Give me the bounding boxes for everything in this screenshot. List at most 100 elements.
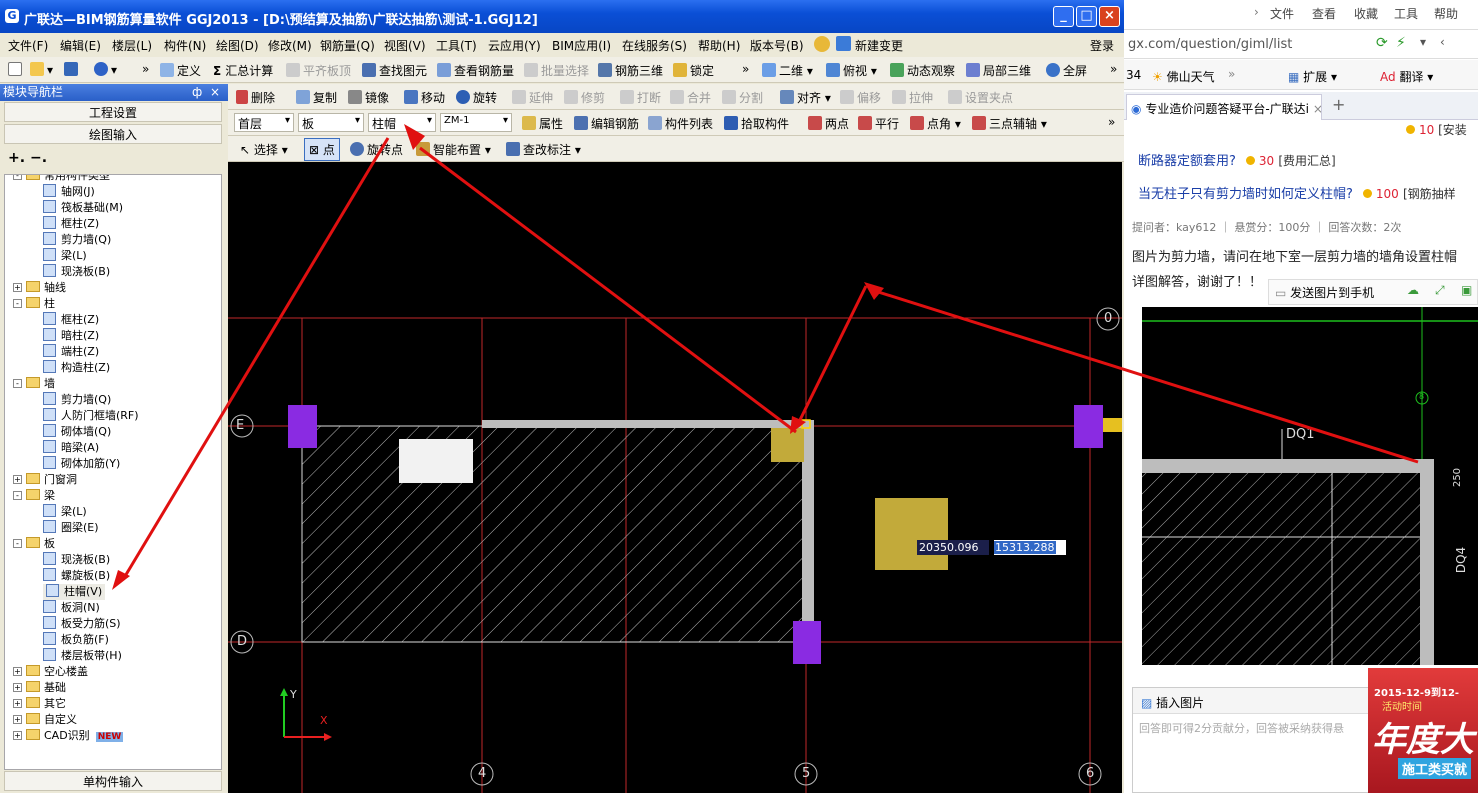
expand-icon[interactable]: + [13, 475, 22, 484]
drawing-input-button[interactable]: 绘图输入 [4, 124, 222, 144]
component-type-select[interactable]: 柱帽 [368, 113, 436, 132]
promo-ad[interactable]: 2015-12-9到12- 活动时间 年度大 施工类买就 [1368, 668, 1478, 793]
view-rebar-button[interactable]: 查看钢筋量 [437, 62, 514, 79]
tree-folder[interactable]: -梁 [13, 488, 55, 504]
tree-item[interactable]: 梁(L) [43, 248, 87, 264]
trim-button[interactable]: 修剪 [564, 89, 605, 106]
view-2d-dropdown[interactable]: 二维 ▾ [762, 62, 813, 79]
minimize-button[interactable]: _ [1053, 6, 1074, 27]
expand-icon[interactable]: + [13, 283, 22, 292]
tree-item[interactable]: 砌体墙(Q) [43, 424, 111, 440]
tree-item[interactable]: 暗柱(Z) [43, 328, 99, 344]
tree-folder[interactable]: + 其它 [13, 696, 66, 712]
top-view-dropdown[interactable]: 俯视 ▾ [826, 62, 877, 79]
menu-component[interactable]: 构件(N) [164, 37, 206, 54]
project-settings-button[interactable]: 工程设置 [4, 102, 222, 122]
collapse-icon[interactable]: - [13, 175, 22, 180]
find-element-button[interactable]: 查找图元 [362, 62, 427, 79]
tree-item[interactable]: 框柱(Z) [43, 216, 99, 232]
expand-all-icon[interactable]: +. [8, 150, 25, 166]
tree-item[interactable]: 柱帽(V) [43, 584, 106, 600]
point-angle-dropdown[interactable]: 点角 ▾ [910, 115, 961, 132]
menu-draw[interactable]: 绘图(D) [216, 37, 259, 54]
question-1[interactable]: 断路器定额套用? 30 [费用汇总] [1138, 150, 1336, 169]
coord-x-input[interactable]: 20350.096 [917, 540, 989, 555]
toolbar-overflow-icon[interactable]: » [142, 62, 149, 76]
toolbar-overflow3-icon[interactable]: » [1110, 62, 1117, 76]
address-bar[interactable]: gx.com/question/giml/list ⟳ ⚡ ▾ ‹ [1124, 31, 1478, 59]
column-cap-preview[interactable] [875, 498, 948, 570]
tree-item[interactable]: 板受力筋(S) [43, 616, 121, 632]
tree-item[interactable]: 轴网(J) [43, 184, 95, 200]
tree-item[interactable]: 板负筋(F) [43, 632, 109, 648]
login-link[interactable]: 登录 [1090, 37, 1114, 54]
menu-cloud[interactable]: 云应用(Y) [488, 37, 541, 54]
tree-item[interactable]: 筏板基础(M) [43, 200, 123, 216]
toolbar-overflow4-icon[interactable]: » [1108, 115, 1115, 129]
rotate-point-button[interactable]: 旋转点 [350, 141, 403, 158]
expand-icon[interactable]: + [13, 715, 22, 724]
pin-icon[interactable]: ф [192, 84, 202, 101]
dynamic-view-button[interactable]: 动态观察 [890, 62, 955, 79]
slab-area[interactable] [301, 425, 809, 643]
collapse-icon[interactable]: - [13, 491, 22, 500]
tree-item[interactable]: 构造柱(Z) [43, 360, 110, 376]
active-tab[interactable]: ◉ 专业造价问题答疑平台-广联达i × [1126, 94, 1322, 120]
browser-menu-view[interactable]: 查看 [1312, 5, 1336, 22]
pick-component-button[interactable]: 拾取构件 [724, 115, 789, 132]
menu-help[interactable]: 帮助(H) [698, 37, 740, 54]
undo-icon[interactable]: ▾ [94, 62, 117, 77]
question-2[interactable]: 当无柱子只有剪力墙时如何定义柱帽? 100 [钢筋抽样 [1138, 183, 1456, 202]
offset-button[interactable]: 偏移 [840, 89, 881, 106]
toolbar-overflow2-icon[interactable]: » [742, 62, 749, 76]
grip-button[interactable]: 设置夹点 [948, 89, 1013, 106]
collapse-all-icon[interactable]: −. [30, 150, 47, 166]
save-icon[interactable] [64, 62, 81, 77]
parallel-button[interactable]: 平行 [858, 115, 899, 132]
question-image[interactable]: DQ1 DQ4 250 8 [1142, 307, 1478, 665]
tree-folder[interactable]: + 自定义 [13, 712, 77, 728]
question-2-title[interactable]: 当无柱子只有剪力墙时如何定义柱帽? [1138, 187, 1353, 202]
menu-online[interactable]: 在线服务(S) [622, 37, 687, 54]
tree-item[interactable]: 现浇板(B) [43, 264, 110, 280]
tree-item[interactable]: 端柱(Z) [43, 344, 99, 360]
new-tab-icon[interactable]: + [1332, 95, 1345, 114]
rebar-3d-button[interactable]: 钢筋三维 [598, 62, 663, 79]
tree-item[interactable]: 剪力墙(Q) [43, 232, 111, 248]
extend-button[interactable]: 延伸 [512, 89, 553, 106]
back-icon[interactable]: ‹ [1440, 35, 1445, 49]
tree-folder[interactable]: -柱 [13, 296, 55, 312]
tree-item[interactable]: 现浇板(B) [43, 552, 110, 568]
drawing-canvas[interactable]: E D 4 5 6 0 Y X 20350.096 15313.288 [228, 162, 1122, 793]
menu-tools[interactable]: 工具(T) [436, 37, 477, 54]
tree-folder[interactable]: -板 [13, 536, 55, 552]
tree-item[interactable]: 框柱(Z) [43, 312, 99, 328]
tree-item[interactable]: 螺旋板(B) [43, 568, 110, 584]
select-dropdown[interactable]: ↖ 选择 ▾ [240, 141, 288, 158]
local-3d-button[interactable]: 局部三维 [966, 62, 1031, 79]
url-text[interactable]: gx.com/question/giml/list [1128, 37, 1292, 52]
three-point-dropdown[interactable]: 三点辅轴 ▾ [972, 115, 1047, 132]
expand-icon[interactable]: + [13, 731, 22, 740]
tree-folder[interactable]: + 基础 [13, 680, 66, 696]
tree-folder[interactable]: + 空心楼盖 [13, 664, 88, 680]
column-D-5[interactable] [793, 621, 821, 664]
send-to-phone[interactable]: 发送图片到手机 [1290, 286, 1374, 300]
tree-folder[interactable]: -墙 [13, 376, 55, 392]
cloud-icon[interactable]: ☁ [1407, 283, 1419, 297]
calc-button[interactable]: Σ 汇总计算 [213, 62, 273, 79]
browser-menu-help[interactable]: 帮助 [1434, 5, 1458, 22]
tree-item[interactable]: 圈梁(E) [43, 520, 99, 536]
check-mark-dropdown[interactable]: 查改标注 ▾ [506, 141, 581, 158]
expand-icon[interactable]: + [13, 699, 22, 708]
split-button[interactable]: 分割 [722, 89, 763, 106]
align-dropdown[interactable]: 对齐 ▾ [780, 89, 831, 106]
fullscreen-button[interactable]: 全屏 [1046, 62, 1087, 79]
tree-folder[interactable]: + CAD识别 NEW [13, 728, 124, 744]
browser-menu-fav[interactable]: 收藏 [1354, 5, 1378, 22]
tree-item[interactable]: 剪力墙(Q) [43, 392, 111, 408]
save-image-icon[interactable]: ▣ [1461, 283, 1472, 297]
tree-item[interactable]: 暗梁(A) [43, 440, 99, 456]
component-list-button[interactable]: 构件列表 [648, 115, 713, 132]
fav-overflow-icon[interactable]: » [1228, 67, 1235, 81]
